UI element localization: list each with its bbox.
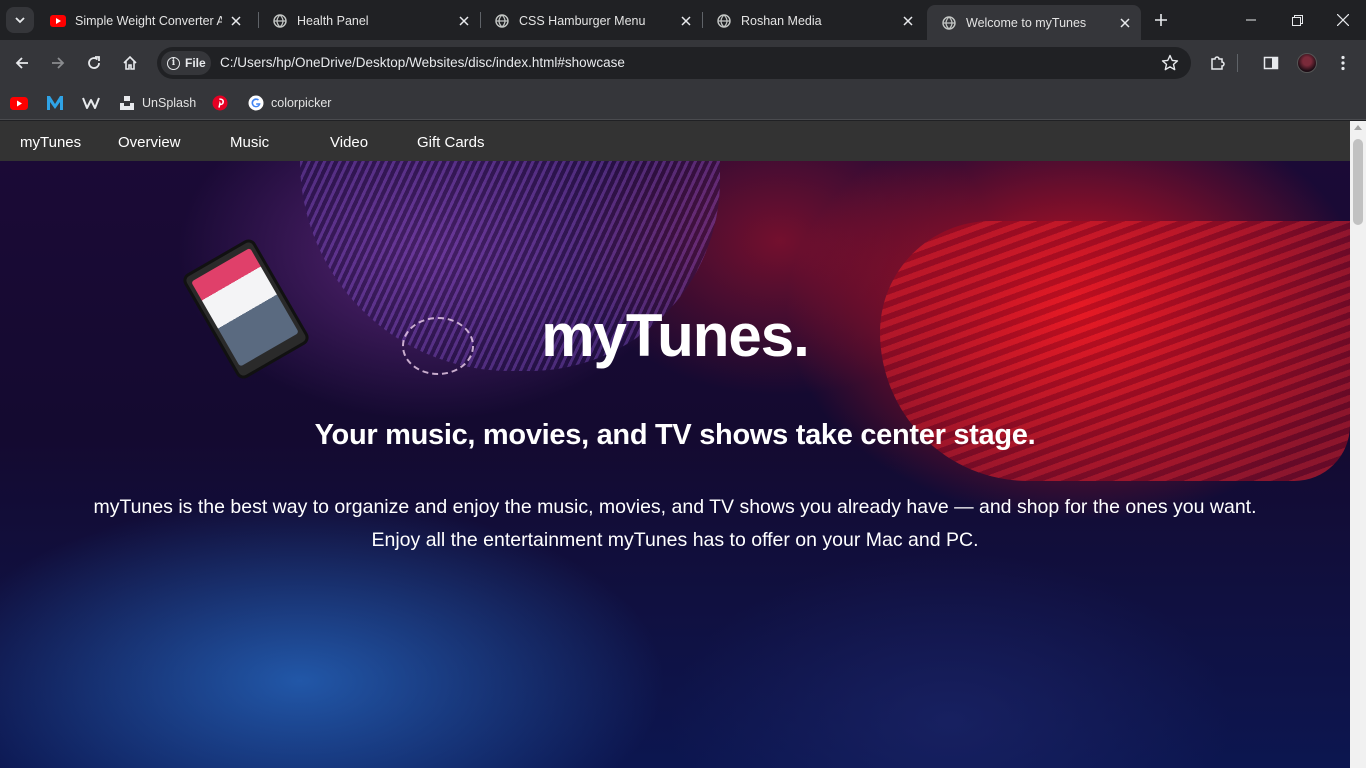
nav-link-video[interactable]: Video: [330, 134, 368, 151]
close-icon[interactable]: [1117, 15, 1133, 31]
tab-title: Simple Weight Converter App: [75, 13, 222, 28]
bookmark-webflow[interactable]: [82, 92, 106, 114]
toolbar-divider: [1236, 49, 1238, 77]
close-window-button[interactable]: [1320, 0, 1366, 40]
showcase-hero: myTunes. Your music, movies, and TV show…: [0, 161, 1350, 768]
bookmark-label: colorpicker: [271, 96, 332, 110]
extensions-button[interactable]: [1204, 49, 1232, 77]
hero-description-line: myTunes is the best way to organize and …: [93, 496, 1257, 518]
bookmark-colorpicker[interactable]: colorpicker: [247, 92, 331, 114]
info-icon: i: [167, 56, 180, 70]
bookmark-star-icon[interactable]: [1161, 54, 1179, 77]
forward-button[interactable]: [44, 49, 72, 77]
pinterest-icon: [211, 94, 229, 112]
unsplash-icon: [118, 94, 136, 112]
tab-title: Health Panel: [297, 13, 369, 28]
youtube-icon: [10, 94, 28, 112]
close-icon: [1337, 14, 1349, 26]
tab-title: Roshan Media: [741, 13, 822, 28]
minimize-icon: [1246, 19, 1256, 21]
avatar: [1297, 53, 1317, 73]
page-scrollbar[interactable]: [1350, 121, 1366, 768]
site-info-label: File: [185, 56, 206, 70]
bookmark-unsplash[interactable]: UnSplash: [118, 92, 196, 114]
bookmark-m[interactable]: [46, 92, 70, 114]
scroll-up-arrow-icon[interactable]: [1354, 125, 1362, 130]
reload-icon: [88, 56, 100, 69]
hero-subtitle: Your music, movies, and TV shows take ce…: [314, 419, 1036, 451]
browser-toolbar: i File C:/Users/hp/OneDrive/Desktop/Webs…: [0, 40, 1366, 86]
minimize-button[interactable]: [1228, 0, 1274, 40]
nav-link-gift-cards[interactable]: Gift Cards: [417, 134, 485, 151]
nav-link-music[interactable]: Music: [230, 134, 269, 151]
tab-roshan-media[interactable]: Roshan Media: [702, 5, 924, 36]
side-panel-icon: [1263, 56, 1279, 70]
profile-button[interactable]: [1293, 49, 1321, 77]
side-panel-button[interactable]: [1257, 49, 1285, 77]
tab-weight-converter[interactable]: Simple Weight Converter App: [36, 5, 252, 36]
tab-css-hamburger[interactable]: CSS Hamburger Menu: [480, 5, 702, 36]
tab-strip: Simple Weight Converter App Health Panel…: [0, 0, 1366, 40]
plus-icon: [1155, 14, 1167, 26]
tab-health-panel[interactable]: Health Panel: [258, 5, 480, 36]
scrollbar-thumb[interactable]: [1353, 139, 1363, 225]
home-button[interactable]: [116, 49, 144, 77]
tab-title: CSS Hamburger Menu: [519, 13, 646, 28]
arrow-right-icon: [52, 57, 65, 69]
globe-icon: [272, 13, 288, 29]
globe-icon: [494, 13, 510, 29]
bookmark-pinterest[interactable]: [211, 92, 235, 114]
site-navbar: myTunes Overview Music Video Gift Cards: [0, 121, 1350, 161]
more-vertical-icon: [1341, 55, 1345, 71]
youtube-icon: [50, 13, 66, 29]
webflow-icon: [82, 94, 100, 112]
hero-title: myTunes.: [541, 302, 810, 369]
tab-search-button[interactable]: [6, 7, 34, 33]
nav-link-overview[interactable]: Overview: [118, 134, 181, 151]
close-icon[interactable]: [456, 13, 472, 29]
hero-description-line: Enjoy all the entertainment myTunes has …: [371, 529, 979, 551]
back-button[interactable]: [8, 49, 36, 77]
bookmarks-bar: UnSplash colorpicker: [0, 86, 1366, 120]
globe-icon: [941, 15, 957, 31]
address-bar[interactable]: i File C:/Users/hp/OneDrive/Desktop/Webs…: [157, 47, 1191, 79]
hero-description: myTunes is the best way to organize and …: [60, 491, 1290, 557]
home-icon: [123, 55, 137, 70]
page-viewport: myTunes Overview Music Video Gift Cards …: [0, 121, 1350, 768]
bookmark-label: UnSplash: [142, 96, 197, 110]
bookmark-youtube[interactable]: [10, 92, 34, 114]
nav-brand-link[interactable]: myTunes: [20, 134, 81, 151]
close-icon[interactable]: [678, 13, 694, 29]
close-icon[interactable]: [228, 13, 244, 29]
google-icon: [247, 94, 265, 112]
menu-button[interactable]: [1329, 49, 1357, 77]
tab-mytunes[interactable]: Welcome to myTunes: [927, 5, 1141, 40]
chevron-down-icon: [15, 17, 25, 24]
tab-title: Welcome to myTunes: [966, 15, 1087, 30]
new-tab-button[interactable]: [1150, 9, 1172, 31]
restore-button[interactable]: [1274, 0, 1320, 40]
site-info-chip[interactable]: i File: [161, 51, 211, 75]
arrow-left-icon: [15, 57, 28, 69]
url-text[interactable]: C:/Users/hp/OneDrive/Desktop/Websites/di…: [220, 55, 625, 70]
reload-button[interactable]: [80, 49, 108, 77]
close-icon[interactable]: [900, 13, 916, 29]
puzzle-icon: [1211, 56, 1225, 70]
globe-icon: [716, 13, 732, 29]
restore-icon: [1291, 14, 1303, 26]
m-logo-icon: [46, 94, 64, 112]
